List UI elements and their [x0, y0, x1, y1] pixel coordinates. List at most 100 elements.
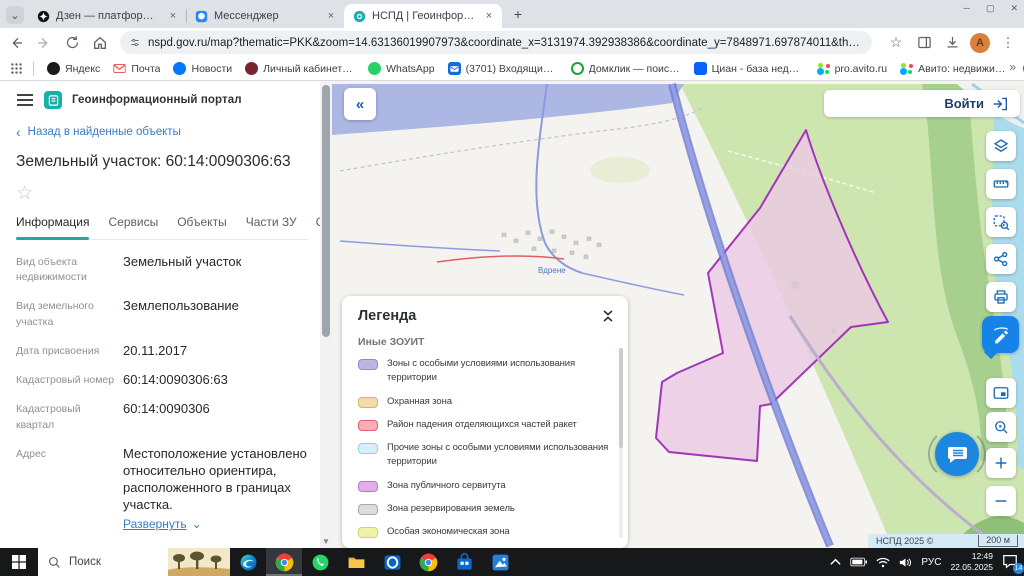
- bookmark-item[interactable]: Яндекс: [47, 62, 100, 75]
- notification-center-icon[interactable]: 14: [1002, 553, 1024, 574]
- minimap-tool-button[interactable]: [986, 378, 1016, 408]
- legend-item: Зона публичного сервитута: [358, 479, 614, 493]
- wifi-icon[interactable]: [876, 557, 890, 568]
- map-copyright: НСПД 2025 ©: [876, 536, 934, 546]
- bookmark-item[interactable]: pro.avito.ru: [816, 62, 887, 75]
- print-tool-button[interactable]: [986, 282, 1016, 312]
- battery-icon[interactable]: [850, 557, 868, 567]
- chevron-down-icon: ⌄: [191, 517, 202, 532]
- taskbar-clock[interactable]: 12:49 22.05.2025: [950, 551, 993, 572]
- browser-tab-nspd[interactable]: НСПД | Геоинформационный ×: [344, 4, 502, 28]
- browser-tab-messenger[interactable]: Мессенджер ×: [186, 4, 345, 28]
- bookmark-item[interactable]: (3701) Входящие -...: [447, 62, 558, 75]
- taskbar-outlook[interactable]: [374, 548, 410, 576]
- site-settings-icon[interactable]: [130, 36, 140, 49]
- panel-scrollbar[interactable]: ▼: [320, 81, 332, 548]
- bookmark-star-icon[interactable]: ☆: [884, 31, 908, 55]
- taskbar-search[interactable]: Поиск: [38, 548, 230, 576]
- favorite-star-icon[interactable]: ☆: [16, 182, 308, 205]
- collapse-panel-button[interactable]: «: [344, 88, 376, 120]
- zoom-out-button[interactable]: [986, 486, 1016, 516]
- bookmark-item[interactable]: Домклик — поиск...: [570, 62, 681, 75]
- legend-collapse-icon[interactable]: [602, 309, 614, 323]
- legend-item-label: Особая экономическая зона: [387, 526, 510, 537]
- page-content: Геоинформационный портал ‹ Назад в найде…: [0, 81, 1024, 548]
- share-tool-button[interactable]: [986, 244, 1016, 274]
- legend-swatch: [358, 527, 378, 538]
- speaker-icon[interactable]: [899, 557, 912, 568]
- bookmark-item[interactable]: Почта: [113, 62, 160, 75]
- chat-support-button[interactable]: [928, 427, 986, 481]
- browser-tab-dzen[interactable]: Дзен — платформа для прос... ×: [28, 4, 187, 28]
- browser-tab-bar: ⌄ Дзен — платформа для прос... × Мессенд…: [0, 0, 1024, 28]
- scrollbar-down-icon[interactable]: ▼: [320, 537, 332, 546]
- taskbar-edge[interactable]: [230, 548, 266, 576]
- url-text[interactable]: nspd.gov.ru/map?thematic=PKK&zoom=14.631…: [148, 37, 862, 49]
- home-icon[interactable]: [88, 31, 112, 55]
- tab-close-icon[interactable]: ×: [482, 10, 496, 22]
- new-tab-button[interactable]: +: [508, 4, 528, 24]
- taskbar-photos[interactable]: [482, 548, 518, 576]
- bookmark-item[interactable]: Циан - база недви...: [693, 62, 804, 75]
- window-close-icon[interactable]: ✕: [1010, 3, 1018, 14]
- tab-close-icon[interactable]: ×: [324, 10, 338, 22]
- coordinate-search-tool-button[interactable]: [986, 412, 1016, 442]
- bookmark-label: WhatsApp: [386, 62, 435, 75]
- expand-address-link[interactable]: Развернуть ⌄: [123, 517, 308, 533]
- window-minimize-icon[interactable]: ─: [964, 3, 970, 14]
- tray-expand-icon[interactable]: [830, 558, 842, 566]
- field-row: Вид объекта недвижимости Земельный участо…: [16, 253, 308, 285]
- panel-tabs: Информация Сервисы Объекты Части ЗУ Сост…: [16, 215, 320, 240]
- bookmark-item[interactable]: WhatsApp: [368, 62, 435, 75]
- taskbar-explorer[interactable]: [338, 548, 374, 576]
- back-to-results-link[interactable]: ‹ Назад в найденные объекты: [16, 124, 308, 140]
- field-row: Дата присвоения 20.11.2017: [16, 342, 308, 359]
- downloads-icon[interactable]: [940, 31, 964, 55]
- bookmark-item[interactable]: Личный кабинет р...: [245, 62, 355, 75]
- object-fields: Вид объекта недвижимости Земельный участо…: [16, 253, 308, 548]
- zoom-in-button[interactable]: [986, 448, 1016, 478]
- address-text: Местоположение установлено относительно …: [123, 445, 307, 513]
- browser-menu-icon[interactable]: ⋮: [996, 31, 1020, 55]
- field-row: Кадастровый квартал 60:14:0090306: [16, 400, 308, 432]
- field-row: Вид земельного участка Землепользование: [16, 297, 308, 329]
- tab-services[interactable]: Сервисы: [108, 215, 158, 239]
- taskbar-chrome-active[interactable]: [266, 548, 302, 576]
- scrollbar-thumb[interactable]: [322, 85, 330, 337]
- object-title: Земельный участок: 60:14:0090306:63: [16, 153, 291, 170]
- area-search-tool-button[interactable]: [986, 207, 1016, 237]
- field-value: Землепользование: [123, 298, 239, 314]
- tab-search-button[interactable]: ⌄: [6, 6, 24, 24]
- back-icon[interactable]: [4, 31, 28, 55]
- address-bar[interactable]: nspd.gov.ru/map?thematic=PKK&zoom=14.631…: [120, 31, 872, 54]
- measure-tool-button[interactable]: [986, 169, 1016, 199]
- apps-grid-icon[interactable]: [10, 62, 23, 75]
- legend-scrollbar-thumb[interactable]: [619, 348, 623, 448]
- layers-tool-button[interactable]: [986, 131, 1016, 161]
- bookmark-item[interactable]: Новости: [173, 62, 232, 75]
- tab-parcel-parts[interactable]: Части ЗУ: [246, 215, 297, 239]
- legend-scrollbar[interactable]: [619, 348, 623, 538]
- profile-avatar[interactable]: A: [968, 31, 992, 55]
- taskbar-chrome-2[interactable]: [410, 548, 446, 576]
- bookmark-item[interactable]: Авито: недвижимо...: [900, 62, 1010, 75]
- back-chevron-icon: ‹: [16, 124, 21, 140]
- legend-item: Охранная зона: [358, 395, 614, 409]
- tab-objects[interactable]: Объекты: [177, 215, 227, 239]
- taskbar-whatsapp[interactable]: [302, 548, 338, 576]
- login-bar[interactable]: Войти: [824, 90, 1020, 117]
- side-panel-icon[interactable]: [912, 31, 936, 55]
- hamburger-menu-icon[interactable]: [16, 93, 34, 107]
- tab-close-icon[interactable]: ×: [166, 10, 180, 22]
- bookmarks-overflow-icon[interactable]: »: [1009, 60, 1016, 74]
- tab-title: Дзен — платформа для прос...: [56, 10, 160, 22]
- start-button[interactable]: [0, 548, 38, 576]
- annotation-tool-button-active[interactable]: [982, 316, 1019, 353]
- forward-icon[interactable]: [32, 31, 56, 55]
- chat-bubble-icon: [947, 447, 967, 463]
- language-indicator[interactable]: РУС: [921, 557, 941, 568]
- tab-information[interactable]: Информация: [16, 215, 90, 240]
- window-maximize-icon[interactable]: ▢: [986, 3, 995, 14]
- taskbar-store[interactable]: [446, 548, 482, 576]
- reload-icon[interactable]: [60, 31, 84, 55]
